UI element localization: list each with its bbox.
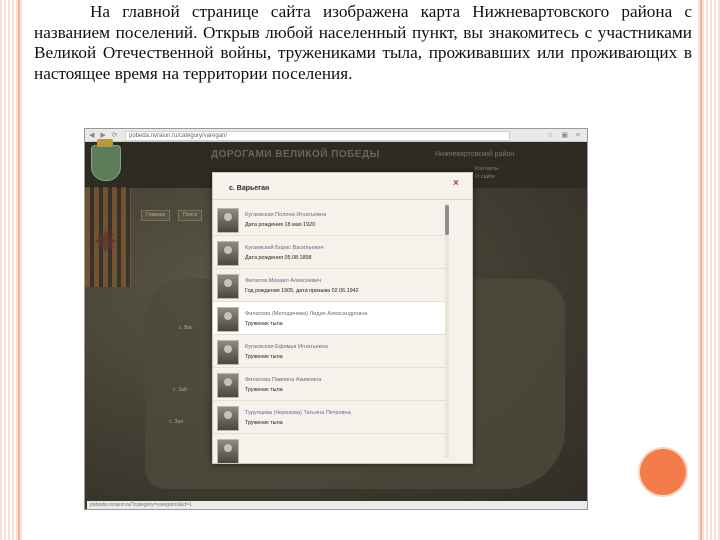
site-link-contacts[interactable]: Контакты [475,166,499,172]
scrollbar-track[interactable] [445,203,449,458]
slide-paragraph: На главной странице сайта изображена кар… [34,2,692,83]
address-bar[interactable]: pobeda.nvraion.ru/category/varegan/ [125,131,510,141]
district-emblem-logo [91,145,121,181]
person-info: Труженик тыла [245,321,283,327]
map-label-settlement[interactable]: с. Ваг [179,325,192,331]
settlement-modal: с. Варьеган × Кугаевская Полина Игнатьев… [212,172,473,464]
person-photo [217,307,239,332]
person-name[interactable]: Кугаевский Борис Васильевич [245,245,324,251]
site-link-about[interactable]: О сайте [475,174,495,180]
status-bar-url: pobeda.nvraion.ru/?category=vareganrs&id… [87,501,587,509]
list-item[interactable]: Кугаевская Ефимья Игнатьевна Труженик ты… [213,335,445,368]
person-info: Дата рождения 18 мая 1920 [245,222,316,228]
person-name[interactable]: Филатова Павлина Акимовна [245,377,321,383]
person-photo [217,340,239,365]
browser-toolbar: ◀ ▶ ⟳ pobeda.nvraion.ru/category/varegan… [85,129,587,142]
menu-item-search[interactable]: Поиск [178,210,202,221]
close-icon[interactable]: × [453,178,459,189]
list-item[interactable]: Кугаевская Полина Игнатьевна Дата рожден… [213,203,445,236]
person-name[interactable]: Филатова (Мелодичева) Лидия Александровн… [245,311,368,317]
person-info: Труженик тыла [245,354,283,360]
person-info: Труженик тыла [245,420,283,426]
person-name[interactable]: Филатов Михаил Алексеевич [245,278,321,284]
map-label-settlement[interactable]: с. Зай [173,387,187,393]
emblem-crown-icon [97,139,113,147]
right-border-stripe [698,0,720,540]
person-name[interactable]: Кугаевская Ефимья Игнатьевна [245,344,328,350]
list-item[interactable]: Турунцева (Черезова) Татьяна Петровна Тр… [213,401,445,434]
modal-title: с. Варьеган [229,185,270,192]
person-photo [217,208,239,233]
person-photo [217,439,239,463]
person-info: Год рождения 1905, дата призыва 02.06.19… [245,288,359,294]
browser-tool-icons[interactable]: ☆ ▣ ≡ [547,131,583,139]
people-list: Кугаевская Полина Игнатьевна Дата рожден… [213,203,445,463]
list-item[interactable]: Филатов Михаил Алексеевич Год рождения 1… [213,269,445,302]
person-name[interactable]: Турунцева (Черезова) Татьяна Петровна [245,410,351,416]
list-item-highlighted[interactable]: Филатова (Мелодичева) Лидия Александровн… [213,302,445,335]
site-region: Нижневартовский район [435,151,515,158]
person-info: Дата рождения 05.08.1898 [245,255,312,261]
left-border-stripe [0,0,22,540]
order-star-icon: ✸ [93,226,119,259]
modal-divider [213,199,472,200]
map-label-settlement[interactable]: с. Зал [169,419,183,425]
person-photo [217,274,239,299]
person-photo [217,241,239,266]
person-name[interactable]: Кугаевская Полина Игнатьевна [245,212,326,218]
browser-nav-icons[interactable]: ◀ ▶ ⟳ [89,131,120,139]
list-item[interactable]: Филатова Павлина Акимовна Труженик тыла [213,368,445,401]
person-photo [217,406,239,431]
site-title: ДОРОГАМИ ВЕЛИКОЙ ПОБЕДЫ [211,149,380,160]
person-info: Труженик тыла [245,387,283,393]
site-menu: Главная Поиск [141,203,206,221]
menu-item-home[interactable]: Главная [141,210,171,221]
list-item[interactable] [213,434,445,463]
person-photo [217,373,239,398]
decorative-circle [640,449,686,495]
list-item[interactable]: Кугаевский Борис Васильевич Дата рождени… [213,236,445,269]
scrollbar-thumb[interactable] [445,205,449,235]
